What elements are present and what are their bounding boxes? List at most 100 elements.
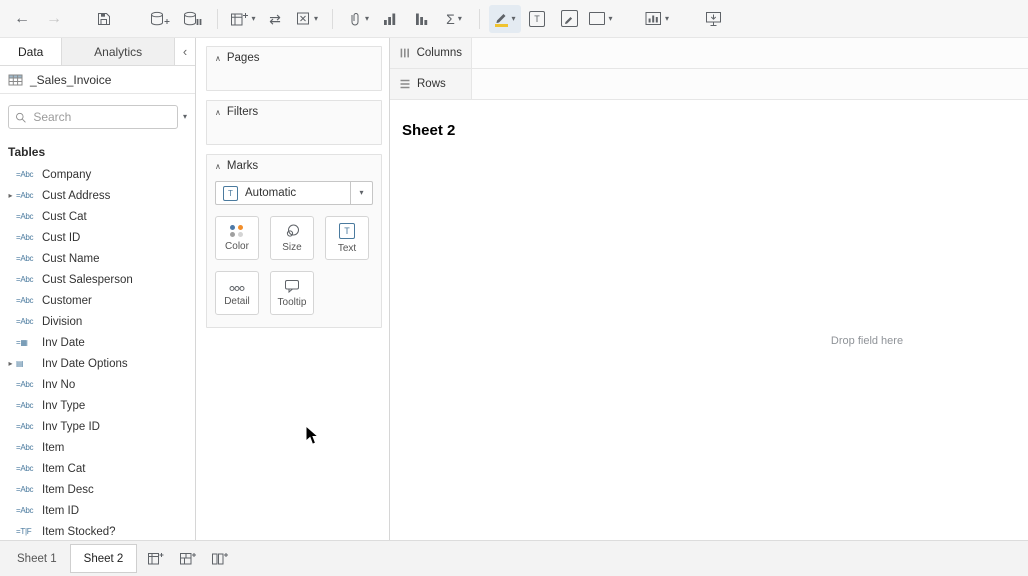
field-type-icon: =Abc (16, 212, 42, 221)
detail-button[interactable]: Detail (215, 271, 259, 315)
new-worksheet-tab-button[interactable] (141, 546, 169, 572)
group-members-button[interactable]: ▾ (342, 5, 374, 33)
rows-shelf-row: Rows (390, 69, 1028, 100)
columns-shelf[interactable] (472, 38, 1028, 68)
dropdown-caret-icon: ▾ (251, 15, 255, 23)
field-label: Item Cat (42, 463, 85, 475)
show-hide-cards-button[interactable]: ▾ (641, 5, 673, 33)
sheet-tab-2[interactable]: Sheet 2 (70, 544, 138, 573)
drop-field-hint: Drop field here (831, 335, 903, 347)
format-button[interactable] (553, 5, 585, 33)
color-button[interactable]: Color (215, 216, 259, 260)
totals-button[interactable]: Σ ▾ (438, 5, 470, 33)
new-worksheet-button[interactable]: ▾ (227, 5, 259, 33)
fit-button[interactable]: ▾ (585, 5, 617, 33)
datasource-row[interactable]: _Sales_Invoice (0, 66, 195, 94)
field-type-icon: =Abc (16, 380, 42, 389)
field-type-icon: =Abc (16, 296, 42, 305)
search-row: ▾ (0, 94, 195, 135)
new-story-icon (211, 551, 228, 566)
field-type-icon: =Abc (16, 401, 42, 410)
field-row[interactable]: =Abc Customer (0, 290, 195, 311)
field-row[interactable]: =Abc Item Desc (0, 479, 195, 500)
pages-card[interactable]: ∧ Pages (206, 46, 382, 91)
filters-card[interactable]: ∧ Filters (206, 100, 382, 145)
text-button[interactable]: T Text (325, 216, 369, 260)
new-data-source-button[interactable] (144, 5, 176, 33)
marks-card-header[interactable]: ∧ Marks (215, 160, 373, 172)
new-worksheet-icon (230, 11, 248, 27)
tooltip-button[interactable]: Tooltip (270, 271, 314, 315)
field-row[interactable]: =Abc Division (0, 311, 195, 332)
field-row[interactable]: =Abc Inv No (0, 374, 195, 395)
show-hide-cards-icon (645, 11, 662, 26)
dropdown-caret-icon: ▾ (458, 15, 462, 23)
search-input[interactable] (31, 109, 171, 125)
field-row[interactable]: =Abc Cust Cat (0, 206, 195, 227)
text-button-label: Text (338, 243, 356, 254)
field-row[interactable]: =Abc Cust Name (0, 248, 195, 269)
clear-sheet-button[interactable]: ▾ (291, 5, 323, 33)
tab-data[interactable]: Data (0, 38, 61, 65)
undo-button[interactable]: ← (6, 5, 38, 33)
worksheet-canvas: Columns Rows Sheet 2 Drop field here (389, 38, 1028, 540)
field-label: Item ID (42, 505, 79, 517)
mark-type-dropdown[interactable]: T Automatic ▾ (215, 181, 373, 205)
field-row[interactable]: =Abc Inv Type (0, 395, 195, 416)
save-button[interactable] (88, 5, 120, 33)
field-label: Company (42, 169, 91, 181)
fields-list: =Abc Company ▸ =Abc Cust Address =Abc Cu… (0, 164, 195, 540)
mark-type-caret[interactable]: ▾ (350, 182, 372, 204)
field-row[interactable]: =Abc Company (0, 164, 195, 185)
rows-shelf[interactable] (472, 69, 1028, 99)
field-row[interactable]: =Abc Item (0, 437, 195, 458)
field-row[interactable]: =▦ Inv Date (0, 332, 195, 353)
field-row[interactable]: =Abc Item ID (0, 500, 195, 521)
pages-card-header[interactable]: ∧ Pages (215, 52, 373, 64)
field-row[interactable]: ▸ ▤ Inv Date Options (0, 353, 195, 374)
field-row[interactable]: =T|F Item Stocked? (0, 521, 195, 540)
collapse-pane-button[interactable]: ‹ (175, 38, 195, 65)
field-row[interactable]: =Abc Cust Salesperson (0, 269, 195, 290)
columns-shelf-label: Columns (390, 38, 472, 68)
expand-arrow-icon[interactable]: ▸ (5, 191, 16, 200)
field-row[interactable]: =Abc Inv Type ID (0, 416, 195, 437)
pause-auto-updates-icon (183, 11, 202, 27)
search-options-caret-icon[interactable]: ▾ (183, 113, 187, 121)
swap-rows-columns-button[interactable]: ⇄ (259, 5, 291, 33)
field-label: Cust Address (42, 190, 110, 202)
field-type-icon: =Abc (16, 233, 42, 242)
field-row[interactable]: =Abc Cust ID (0, 227, 195, 248)
redo-button[interactable]: → (38, 5, 70, 33)
filters-card-header[interactable]: ∧ Filters (215, 106, 373, 118)
sort-descending-button[interactable] (406, 5, 438, 33)
pause-auto-updates-button[interactable] (176, 5, 208, 33)
field-type-icon: =Abc (16, 254, 42, 263)
field-label: Cust ID (42, 232, 80, 244)
sort-ascending-button[interactable] (374, 5, 406, 33)
rows-icon (399, 78, 411, 90)
field-row[interactable]: =Abc Item Cat (0, 458, 195, 479)
field-type-icon: =Abc (16, 506, 42, 515)
field-type-icon: =Abc (16, 422, 42, 431)
size-icon (285, 224, 300, 238)
expand-arrow-icon[interactable]: ▸ (5, 359, 16, 368)
search-box[interactable] (8, 105, 178, 129)
dropdown-caret-icon: ▾ (365, 15, 369, 23)
field-type-icon: =Abc (16, 275, 42, 284)
new-dashboard-button[interactable] (173, 546, 201, 572)
rows-shelf-label: Rows (390, 69, 472, 99)
sheet-view[interactable]: Sheet 2 Drop field here (390, 100, 1028, 540)
toolbar-separator (479, 9, 480, 29)
sheet-tab-1[interactable]: Sheet 1 (4, 545, 70, 572)
toolbar-separator (217, 9, 218, 29)
show-mark-labels-button[interactable]: T (521, 5, 553, 33)
tab-analytics[interactable]: Analytics (61, 38, 175, 65)
field-label: Inv Type ID (42, 421, 100, 433)
size-button[interactable]: Size (270, 216, 314, 260)
sort-descending-icon (415, 11, 429, 26)
field-row[interactable]: ▸ =Abc Cust Address (0, 185, 195, 206)
new-story-button[interactable] (205, 546, 233, 572)
highlight-button[interactable]: ▾ (489, 5, 521, 33)
presentation-mode-button[interactable] (697, 5, 729, 33)
